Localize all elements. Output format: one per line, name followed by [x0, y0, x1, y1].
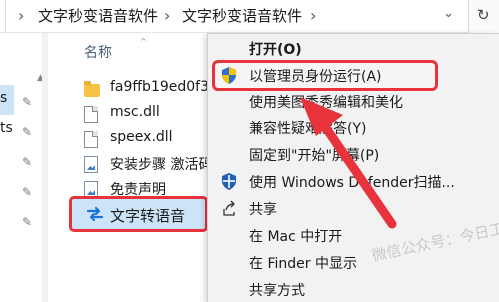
file-row[interactable]: msc.dll [84, 103, 214, 127]
menu-item-meitu[interactable]: 使用美图秀秀编辑和美化 [208, 90, 499, 114]
menu-item-pin-start[interactable]: 固定到"开始"屏幕(P) [208, 143, 499, 167]
context-menu[interactable]: 打开(O) 以管理员身份运行(A) 使用美图秀秀编辑和美化 兼容性疑难解答(Y)… [207, 33, 499, 302]
sort-up-icon: ^ [140, 37, 147, 46]
menu-item-label: 共享方式 [249, 283, 305, 299]
refresh-button[interactable]: ↻ [468, 0, 499, 33]
menu-item-label: 使用 Windows Defender扫描... [249, 175, 455, 191]
menu-item-label: 兼容性疑难解答(Y) [249, 121, 367, 137]
file-name: 安装步骤 激活码 [110, 157, 213, 173]
nav-scrollbar[interactable] [42, 33, 48, 302]
chevron-down-icon[interactable]: ⌄ [443, 6, 454, 21]
chevron-right-icon[interactable]: › [164, 6, 170, 25]
share-icon [223, 200, 235, 216]
address-bar[interactable]: › 文字秒变语音软件 › 文字秒变语音软件 › ⌄ ↻ [0, 0, 499, 33]
defender-icon [222, 173, 236, 190]
menu-item-run-as-admin[interactable]: 以管理员身份运行(A) [208, 63, 499, 87]
menu-item-compatibility[interactable]: 兼容性疑难解答(Y) [208, 116, 499, 140]
dll-file-icon [84, 131, 98, 148]
refresh-icon: ↻ [477, 6, 490, 24]
menu-item-label: 在 Mac 中打开 [249, 229, 343, 245]
nav-item-label[interactable]: ts [0, 120, 13, 136]
menu-item-share-with[interactable]: 共享方式 [208, 278, 499, 302]
folder-icon [84, 81, 100, 97]
nav-item-label[interactable]: s [0, 90, 7, 106]
menu-item-label: 在 Finder 中显示 [249, 256, 357, 272]
file-name: 文字转语音 [110, 207, 186, 225]
dll-file-icon [84, 106, 98, 123]
menu-item-label: 以管理员身份运行(A) [249, 69, 382, 85]
menu-item-label: 使用美图秀秀编辑和美化 [249, 95, 403, 111]
pin-icon[interactable]: ✎ [22, 155, 32, 169]
menu-item-open[interactable]: 打开(O) [208, 37, 499, 61]
image-file-icon [84, 156, 98, 173]
menu-item-label: 打开(O) [249, 42, 302, 58]
file-row[interactable]: fa9ffb19ed0f3 [84, 78, 214, 102]
file-row[interactable]: 安装步骤 激活码 [84, 153, 214, 177]
uac-shield-icon [222, 67, 236, 84]
pin-icon[interactable]: ✎ [22, 215, 32, 229]
menu-item-share[interactable]: 共享 [208, 197, 499, 221]
menu-item-show-in-finder[interactable]: 在 Finder 中显示 [208, 251, 499, 275]
pin-icon[interactable]: ✎ [22, 125, 32, 139]
column-header-name[interactable]: 名称 [84, 42, 112, 62]
pin-icon[interactable]: ✎ [22, 185, 32, 199]
menu-item-label: 共享 [249, 202, 277, 218]
file-row[interactable]: speex.dll [84, 128, 214, 152]
pin-icon[interactable]: ✎ [22, 95, 32, 109]
file-name: speex.dll [110, 129, 173, 145]
shortcut-app-icon [86, 206, 104, 222]
navigation-pane[interactable]: s ts ✎ ✎ ✎ ✎ ✎ ▲ [0, 33, 44, 302]
chevron-right-icon[interactable]: › [310, 6, 316, 25]
breadcrumb-item[interactable]: 文字秒变语音软件 [182, 5, 302, 26]
menu-item-defender-scan[interactable]: 使用 Windows Defender扫描... [208, 170, 499, 194]
menu-item-label: 固定到"开始"屏幕(P) [249, 148, 380, 164]
file-row-selected[interactable]: 文字转语音 [69, 196, 208, 232]
breadcrumb-item[interactable]: 文字秒变语音软件 [38, 5, 158, 26]
file-name: fa9ffb19ed0f3 [110, 79, 210, 95]
chevron-right-icon[interactable]: › [18, 6, 24, 25]
address-bar-edge [0, 0, 6, 33]
file-name: msc.dll [110, 104, 160, 120]
